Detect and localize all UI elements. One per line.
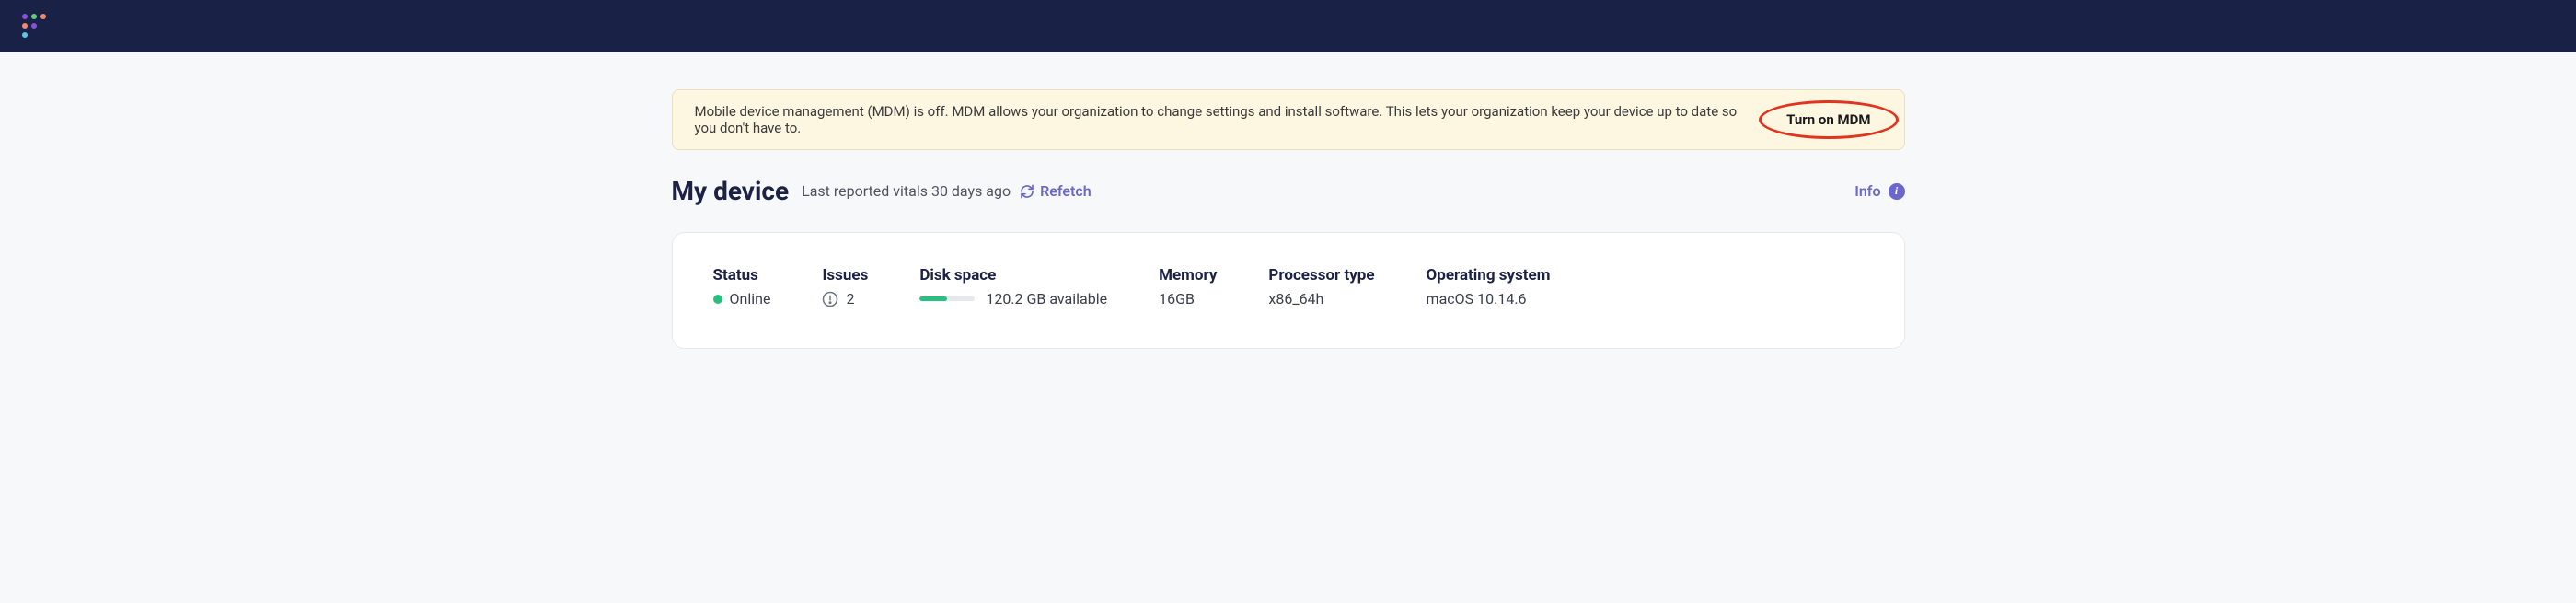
app-logo <box>22 14 47 39</box>
title-row: My device Last reported vitals 30 days a… <box>672 176 1905 206</box>
disk-label: Disk space <box>919 266 1107 284</box>
disk-field: Disk space 120.2 GB available <box>919 266 1107 307</box>
info-icon: i <box>1889 183 1905 200</box>
device-card: Status Online Issues 2 Disk space 120.2 <box>672 232 1905 349</box>
turn-on-mdm-button[interactable]: Turn on MDM <box>1775 106 1881 133</box>
info-label: Info <box>1854 182 1880 200</box>
disk-value: 120.2 GB available <box>986 290 1107 307</box>
issues-label: Issues <box>822 266 868 284</box>
issues-value: 2 <box>846 290 854 307</box>
os-field: Operating system macOS 10.14.6 <box>1427 266 1551 307</box>
issues-field: Issues 2 <box>822 266 868 307</box>
refetch-label: Refetch <box>1040 182 1092 200</box>
status-value-row: Online <box>713 290 771 307</box>
warning-icon <box>822 291 838 307</box>
disk-bar-fill <box>919 296 947 301</box>
os-value: macOS 10.14.6 <box>1427 290 1551 307</box>
turn-on-mdm-label: Turn on MDM <box>1786 111 1870 128</box>
mdm-banner-text: Mobile device management (MDM) is off. M… <box>695 103 1758 136</box>
page-title: My device <box>672 176 790 206</box>
status-field: Status Online <box>713 266 771 307</box>
refresh-icon <box>1020 184 1034 199</box>
main-content: Mobile device management (MDM) is off. M… <box>672 52 1905 349</box>
processor-label: Processor type <box>1268 266 1374 284</box>
info-button[interactable]: Info i <box>1854 182 1904 200</box>
status-value: Online <box>730 290 771 307</box>
disk-value-row: 120.2 GB available <box>919 290 1107 307</box>
processor-value: x86_64h <box>1268 290 1374 307</box>
memory-label: Memory <box>1159 266 1217 284</box>
disk-bar-icon <box>919 296 975 301</box>
vitals-text: Last reported vitals 30 days ago <box>802 182 1011 200</box>
status-dot-icon <box>713 295 722 304</box>
top-nav <box>0 0 2576 52</box>
os-label: Operating system <box>1427 266 1551 284</box>
status-label: Status <box>713 266 771 284</box>
mdm-banner: Mobile device management (MDM) is off. M… <box>672 89 1905 150</box>
processor-field: Processor type x86_64h <box>1268 266 1374 307</box>
memory-field: Memory 16GB <box>1159 266 1217 307</box>
memory-value: 16GB <box>1159 290 1217 307</box>
refetch-button[interactable]: Refetch <box>1020 182 1092 200</box>
issues-value-row: 2 <box>822 290 868 307</box>
